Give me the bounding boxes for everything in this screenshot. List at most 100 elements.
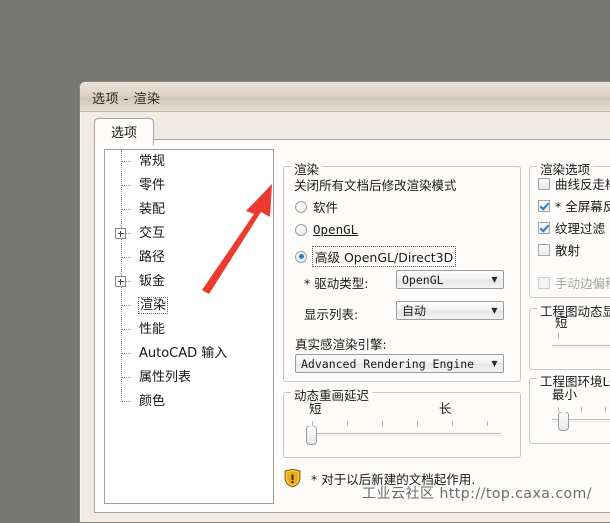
radio-row-opengl[interactable]: OpenGL xyxy=(295,222,358,237)
watermark-text: 工业云社区 http://top.caxa.com/ xyxy=(362,486,592,502)
tree-item[interactable]: 属性列表 xyxy=(105,366,273,390)
display-list-label: 显示列表: xyxy=(304,307,359,322)
tree-guide-line xyxy=(121,342,122,366)
chevron-down-icon: ▼ xyxy=(491,358,498,368)
slider-tick xyxy=(347,421,348,426)
tree-guide-dash xyxy=(121,185,131,186)
tree-guide-line xyxy=(121,366,122,390)
tree-item-label: AutoCAD 输入 xyxy=(139,346,228,361)
radio-row-advanced[interactable]: 高级 OpenGL/Direct3D xyxy=(295,246,457,267)
tree-item-label: 装配 xyxy=(139,202,166,217)
tree-item[interactable]: AutoCAD 输入 xyxy=(105,342,273,366)
radio-software[interactable] xyxy=(295,200,307,213)
tree-item-label: 性能 xyxy=(139,322,166,337)
redraw-delay-groupbox-title: 动态重画延迟 xyxy=(291,385,373,404)
slider-track xyxy=(306,433,501,436)
slider-tick xyxy=(417,421,418,426)
checkbox-curve-antialias-label: 曲线反走样 xyxy=(555,177,610,192)
tree-guide-dash xyxy=(121,329,131,330)
realistic-engine-combo[interactable]: Advanced Rendering Engine ▼ xyxy=(295,354,504,373)
display-list-combo[interactable]: 自动 ▼ xyxy=(396,301,504,320)
tree-guide-line xyxy=(121,174,122,198)
render-groupbox: 渲染 关闭所有文档后修改渲染模式 软件 OpenGL 高级 OpenGL/Dir… xyxy=(283,159,521,382)
slider-tick xyxy=(382,421,383,426)
radio-advanced-opengl-direct3d-label: 高级 OpenGL/Direct3D xyxy=(311,246,457,267)
tree-guide-dash xyxy=(121,377,131,378)
checkbox-manual-edge-offset-label: 手动边偏移量 xyxy=(555,276,610,291)
tree-guide-line xyxy=(121,318,122,342)
checkbox-row-curve-antialias[interactable]: 曲线反走样 xyxy=(538,174,610,193)
tree-item-label: 属性列表 xyxy=(139,370,192,385)
tree-item[interactable]: 渲染 xyxy=(105,294,273,318)
settings-tree[interactable]: 常规零件装配交互路径钣金渲染性能 AutoCAD 输入 属性列表颜色 xyxy=(104,149,274,504)
tree-guide-dash xyxy=(121,209,131,210)
checkbox-scatter[interactable] xyxy=(538,243,550,256)
slider-tick xyxy=(487,421,488,426)
checkbox-manual-edge-offset xyxy=(538,276,550,289)
render-options-groupbox: 渲染选项 曲线反走样 * 全屏幕反走样 纹理过滤 散射 手动边偏移量 xyxy=(529,159,610,298)
redraw-delay-slider[interactable] xyxy=(306,421,501,447)
radio-row-software[interactable]: 软件 xyxy=(295,197,338,216)
slider-tick xyxy=(604,407,606,412)
drawing-dynamic-display-min-label: 短 xyxy=(555,315,568,330)
tree-item[interactable]: 颜色 xyxy=(105,390,273,414)
render-mode-hint: 关闭所有文档后修改渲染模式 xyxy=(294,178,457,193)
tree-item-label: 渲染 xyxy=(137,297,169,314)
tree-guide-dash xyxy=(121,305,131,306)
tree-item[interactable]: 装配 xyxy=(105,198,273,222)
slider-track xyxy=(552,345,610,348)
slider-tick xyxy=(581,407,583,412)
redraw-delay-min-label: 短 xyxy=(309,401,322,416)
chevron-down-icon: ▼ xyxy=(491,305,498,315)
slider-thumb[interactable] xyxy=(557,412,569,431)
radio-opengl-label: OpenGL xyxy=(313,222,359,237)
checkbox-row-fullscreen-antialias[interactable]: * 全屏幕反走样 xyxy=(538,196,610,215)
tree-guide-line xyxy=(121,294,122,318)
checkbox-row-texture-filter[interactable]: 纹理过滤 xyxy=(538,218,605,237)
options-dialog: 选项 - 渲染 选项 常规零件装配交互路径钣金渲染性能 AutoCAD 输入 属性列… xyxy=(79,81,610,523)
checkbox-texture-filter[interactable] xyxy=(538,221,550,234)
drawing-dynamic-display-groupbox-title: 工程图动态显示延迟 xyxy=(537,301,610,320)
dialog-titlebar: 选项 - 渲染 xyxy=(80,82,610,112)
realistic-engine-label: 真实感渲染引擎: xyxy=(295,337,387,352)
tree-guide-dash xyxy=(121,257,131,258)
tree-guide-line xyxy=(121,150,122,174)
tree-expand-plus-icon[interactable] xyxy=(115,228,126,239)
warning-shield-icon xyxy=(283,468,302,488)
chevron-down-icon: ▼ xyxy=(491,274,498,284)
realistic-engine-value: Advanced Rendering Engine xyxy=(301,356,475,371)
tree-item[interactable]: 交互 xyxy=(105,222,273,246)
tree-item-label: 钣金 xyxy=(139,274,166,289)
tree-guide-line xyxy=(121,246,122,270)
tab-strip: 选项 xyxy=(94,118,610,145)
tree-guide-dash xyxy=(121,353,131,354)
drawing-environment-lod-slider[interactable] xyxy=(552,407,610,433)
tree-item-label: 零件 xyxy=(139,178,166,193)
tab-page-options: 常规零件装配交互路径钣金渲染性能 AutoCAD 输入 属性列表颜色 渲染 关闭所有… xyxy=(94,139,610,513)
radio-opengl[interactable] xyxy=(295,223,307,236)
driver-type-combo[interactable]: OpenGL ▼ xyxy=(396,270,504,289)
checkbox-texture-filter-label: 纹理过滤 xyxy=(555,221,606,236)
driver-type-value: OpenGL xyxy=(402,272,444,287)
tree-item[interactable]: 路径 xyxy=(105,246,273,270)
checkbox-row-scatter[interactable]: 散射 xyxy=(538,240,580,259)
tree-item[interactable]: 性能 xyxy=(105,318,273,342)
checkbox-curve-antialias[interactable] xyxy=(538,177,550,190)
drawing-environment-lod-min-label: 最小 xyxy=(552,387,578,402)
tree-guide-dash xyxy=(121,161,131,162)
radio-advanced-opengl-direct3d[interactable] xyxy=(295,250,307,263)
tree-item[interactable]: 零件 xyxy=(105,174,273,198)
tree-guide-dash xyxy=(121,401,131,402)
tab-options[interactable]: 选项 xyxy=(94,118,155,145)
tree-item[interactable]: 常规 xyxy=(105,150,273,174)
tree-expand-plus-icon[interactable] xyxy=(115,276,126,287)
drawing-dynamic-display-slider[interactable] xyxy=(552,333,610,359)
driver-type-label: * 驱动类型: xyxy=(304,276,369,291)
tree-item-label: 颜色 xyxy=(139,394,166,409)
tree-item[interactable]: 钣金 xyxy=(105,270,273,294)
checkbox-fullscreen-antialias[interactable] xyxy=(538,199,550,212)
slider-thumb[interactable] xyxy=(306,426,317,445)
tree-item-label: 路径 xyxy=(139,250,166,265)
checkbox-row-manual-edge-offset: 手动边偏移量 xyxy=(538,273,610,292)
checkbox-fullscreen-antialias-label: * 全屏幕反走样 xyxy=(555,199,610,214)
